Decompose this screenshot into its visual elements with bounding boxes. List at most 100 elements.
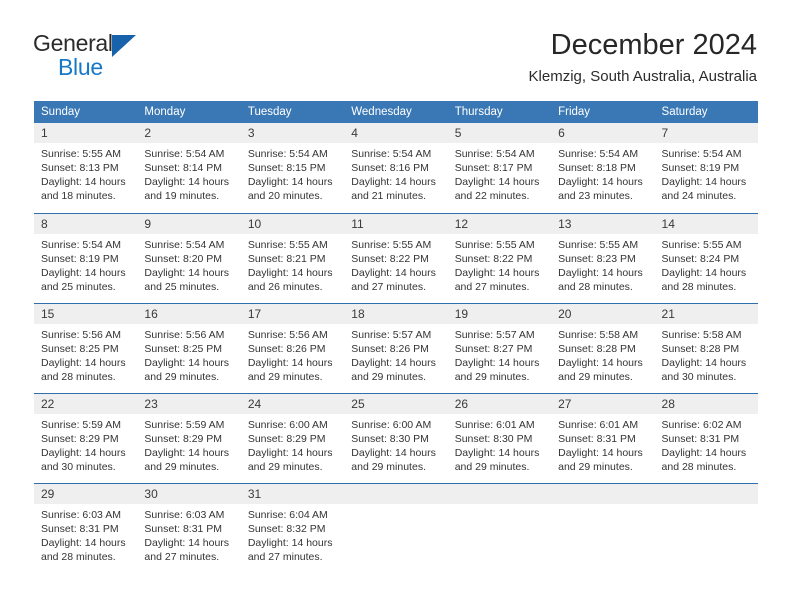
calendar-day-cell[interactable]: 13 Sunrise: 5:55 AM Sunset: 8:23 PM Dayligh… (551, 212, 655, 303)
daylight-text-line1: Daylight: 14 hours (144, 446, 230, 459)
calendar-day-cell[interactable]: 17 Sunrise: 5:56 AM Sunset: 8:26 PM Dayligh… (240, 302, 345, 393)
generalblue-logo[interactable]: General Blue (33, 28, 148, 79)
calendar-day-cell[interactable]: 24 Sunrise: 6:00 AM Sunset: 8:29 PM Dayligh… (240, 392, 345, 483)
daylight-text-line2: and 19 minutes. (144, 190, 220, 202)
calendar-page: General Blue December 2024 Klemzig, Sout… (0, 0, 792, 612)
sunrise-text: Sunrise: 5:58 AM (661, 328, 742, 341)
daylight-text-line1: Daylight: 14 hours (558, 356, 643, 369)
calendar-body: 1 Sunrise: 5:55 AM Sunset: 8:13 PM Daylight… (34, 123, 758, 573)
calendar-day-cell-empty (551, 482, 655, 573)
daylight-text-line2: and 24 minutes. (661, 190, 737, 202)
calendar-day-cell[interactable]: 4 Sunrise: 5:54 AM Sunset: 8:16 PM Daylight… (344, 123, 448, 213)
daylight-text-line2: and 29 minutes. (558, 460, 633, 473)
daylight-text-line1: Daylight: 14 hours (247, 536, 333, 549)
calendar-day-cell[interactable]: 11 Sunrise: 5:55 AM Sunset: 8:22 PM Dayligh… (344, 212, 448, 303)
calendar-day-cell[interactable]: 30 Sunrise: 6:03 AM Sunset: 8:31 PM Dayligh… (137, 482, 241, 573)
calendar-day-cell[interactable]: 14 Sunrise: 5:55 AM Sunset: 8:24 PM Dayligh… (654, 212, 758, 303)
day-number: 2 (137, 123, 241, 143)
day-info: Sunrise: 5:59 AM Sunset: 8:29 PM Daylight:… (34, 414, 137, 474)
day-number (344, 483, 448, 504)
calendar-week-row: 8 Sunrise: 5:54 AM Sunset: 8:19 PM Daylight… (34, 212, 758, 303)
sunset-text: Sunset: 8:24 PM (661, 252, 740, 265)
day-number: 25 (344, 393, 448, 414)
day-info: Sunrise: 6:01 AM Sunset: 8:31 PM Daylight:… (551, 414, 654, 474)
calendar-day-cell[interactable]: 29 Sunrise: 6:03 AM Sunset: 8:31 PM Dayligh… (34, 482, 138, 573)
daylight-text-line2: and 29 minutes. (247, 460, 323, 473)
calendar-week-row: 22 Sunrise: 5:59 AM Sunset: 8:29 PM Dayligh… (34, 392, 758, 483)
sunrise-text: Sunrise: 5:54 AM (41, 238, 121, 251)
day-info: Sunrise: 6:03 AM Sunset: 8:31 PM Daylight:… (137, 504, 240, 564)
sunset-text: Sunset: 8:22 PM (351, 252, 429, 265)
calendar-day-cell[interactable]: 25 Sunrise: 6:00 AM Sunset: 8:30 PM Dayligh… (344, 392, 448, 483)
sunrise-text: Sunrise: 5:56 AM (144, 328, 225, 341)
calendar-day-cell[interactable]: 10 Sunrise: 5:55 AM Sunset: 8:21 PM Dayligh… (240, 212, 345, 303)
calendar-day-cell[interactable]: 1 Sunrise: 5:55 AM Sunset: 8:13 PM Daylight… (34, 123, 138, 213)
day-info: Sunrise: 5:54 AM Sunset: 8:19 PM Daylight:… (655, 143, 758, 203)
calendar-day-cell[interactable]: 21 Sunrise: 5:58 AM Sunset: 8:28 PM Dayligh… (654, 302, 758, 393)
calendar-day-cell[interactable]: 20 Sunrise: 5:58 AM Sunset: 8:28 PM Dayligh… (551, 302, 655, 393)
daylight-text-line2: and 30 minutes. (661, 370, 737, 383)
calendar-day-cell[interactable]: 22 Sunrise: 5:59 AM Sunset: 8:29 PM Dayligh… (34, 392, 138, 483)
day-number: 22 (34, 393, 138, 414)
daylight-text-line1: Daylight: 14 hours (144, 176, 230, 188)
sunset-text: Sunset: 8:16 PM (351, 162, 429, 174)
sunrise-text: Sunrise: 5:56 AM (247, 328, 328, 341)
calendar-day-cell[interactable]: 18 Sunrise: 5:57 AM Sunset: 8:26 PM Dayligh… (344, 302, 448, 393)
sunset-text: Sunset: 8:26 PM (351, 342, 429, 355)
calendar-day-cell[interactable]: 26 Sunrise: 6:01 AM Sunset: 8:30 PM Dayligh… (447, 392, 552, 483)
calendar-day-cell[interactable]: 2 Sunrise: 5:54 AM Sunset: 8:14 PM Daylight… (137, 123, 241, 213)
day-number: 28 (654, 393, 758, 414)
daylight-text-line1: Daylight: 14 hours (454, 356, 540, 369)
day-info: Sunrise: 5:55 AM Sunset: 8:21 PM Daylight:… (241, 234, 344, 294)
sunrise-text: Sunrise: 5:55 AM (247, 238, 328, 251)
sunset-text: Sunset: 8:31 PM (661, 432, 740, 445)
calendar-week-row: 1 Sunrise: 5:55 AM Sunset: 8:13 PM Daylight… (34, 123, 758, 213)
daylight-text-line2: and 26 minutes. (247, 280, 323, 293)
calendar-day-cell[interactable]: 6 Sunrise: 5:54 AM Sunset: 8:18 PM Daylight… (551, 123, 655, 213)
sunset-text: Sunset: 8:14 PM (144, 162, 223, 174)
calendar-day-cell[interactable]: 27 Sunrise: 6:01 AM Sunset: 8:31 PM Dayligh… (551, 392, 655, 483)
calendar-day-cell[interactable]: 3 Sunrise: 5:54 AM Sunset: 8:15 PM Daylight… (240, 123, 345, 213)
calendar-day-cell[interactable]: 12 Sunrise: 5:55 AM Sunset: 8:22 PM Dayligh… (447, 212, 552, 303)
location-subtitle: Klemzig, South Australia, Australia (528, 68, 757, 85)
daylight-text-line1: Daylight: 14 hours (661, 446, 747, 459)
daylight-text-line1: Daylight: 14 hours (661, 356, 747, 369)
sunrise-text: Sunrise: 5:56 AM (41, 328, 121, 341)
daylight-text-line1: Daylight: 14 hours (247, 176, 333, 188)
calendar-day-cell[interactable]: 15 Sunrise: 5:56 AM Sunset: 8:25 PM Dayligh… (34, 302, 138, 393)
daylight-text-line2: and 29 minutes. (144, 460, 220, 473)
daylight-text-line1: Daylight: 14 hours (558, 446, 643, 459)
calendar-day-cell[interactable]: 31 Sunrise: 6:04 AM Sunset: 8:32 PM Dayligh… (240, 482, 345, 573)
day-number: 21 (654, 303, 758, 324)
day-number: 5 (447, 123, 552, 143)
day-info: Sunrise: 5:55 AM Sunset: 8:22 PM Daylight:… (448, 234, 551, 294)
calendar-day-cell[interactable]: 19 Sunrise: 5:57 AM Sunset: 8:27 PM Dayligh… (447, 302, 552, 393)
calendar-day-cell[interactable]: 8 Sunrise: 5:54 AM Sunset: 8:19 PM Daylight… (34, 212, 138, 303)
daylight-text-line2: and 27 minutes. (454, 280, 530, 293)
sunset-text: Sunset: 8:23 PM (558, 252, 636, 265)
weekday-header-friday: Friday (551, 101, 655, 123)
calendar-day-cell[interactable]: 5 Sunrise: 5:54 AM Sunset: 8:17 PM Daylight… (447, 123, 552, 213)
sunrise-text: Sunrise: 5:58 AM (558, 328, 639, 341)
weekday-header-sunday: Sunday (34, 101, 138, 123)
calendar-day-cell[interactable]: 23 Sunrise: 5:59 AM Sunset: 8:29 PM Dayligh… (137, 392, 241, 483)
day-info: Sunrise: 5:57 AM Sunset: 8:26 PM Daylight:… (344, 324, 447, 384)
sunrise-text: Sunrise: 5:55 AM (454, 238, 535, 251)
daylight-text-line2: and 18 minutes. (41, 190, 116, 202)
day-info: Sunrise: 5:55 AM Sunset: 8:23 PM Daylight:… (551, 234, 654, 294)
daylight-text-line1: Daylight: 14 hours (41, 446, 126, 459)
day-info: Sunrise: 5:55 AM Sunset: 8:24 PM Daylight:… (655, 234, 758, 294)
day-info: Sunrise: 5:54 AM Sunset: 8:19 PM Daylight:… (34, 234, 137, 294)
calendar-day-cell[interactable]: 7 Sunrise: 5:54 AM Sunset: 8:19 PM Daylight… (654, 123, 758, 213)
daylight-text-line2: and 30 minutes. (41, 460, 116, 473)
day-number: 6 (551, 123, 655, 143)
calendar-day-cell[interactable]: 16 Sunrise: 5:56 AM Sunset: 8:25 PM Dayligh… (137, 302, 241, 393)
sunset-text: Sunset: 8:29 PM (144, 432, 223, 445)
sunset-text: Sunset: 8:30 PM (351, 432, 429, 445)
day-info: Sunrise: 5:58 AM Sunset: 8:28 PM Daylight:… (551, 324, 654, 384)
day-number: 12 (447, 213, 552, 234)
weekday-header-monday: Monday (137, 101, 241, 123)
daylight-text-line1: Daylight: 14 hours (144, 266, 230, 279)
calendar-day-cell[interactable]: 9 Sunrise: 5:54 AM Sunset: 8:20 PM Daylight… (137, 212, 241, 303)
calendar-day-cell[interactable]: 28 Sunrise: 6:02 AM Sunset: 8:31 PM Dayligh… (654, 392, 758, 483)
